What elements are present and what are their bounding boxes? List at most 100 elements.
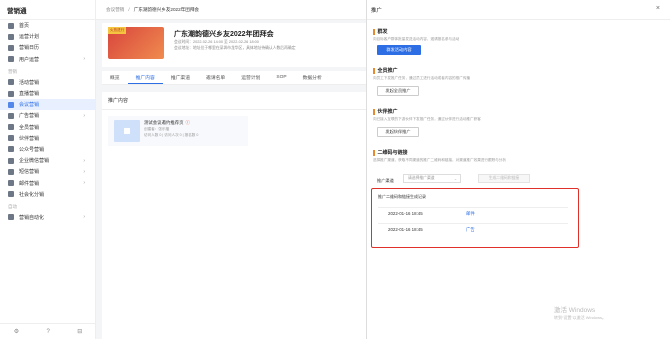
tab[interactable]: 概览 <box>102 71 128 84</box>
nav-section-automation: 自动 <box>8 203 17 209</box>
drawer-title: 推广 <box>371 7 382 14</box>
sidebar-item[interactable]: 用户运营 › <box>0 54 95 65</box>
content-title: 测试会议邀约推荐页 ⓘ <box>144 120 190 126</box>
sidebar-item[interactable]: 营销日历 <box>0 42 95 53</box>
watermark-line1: 激活 Windows <box>554 307 596 314</box>
menu-icon <box>8 135 14 142</box>
sidebar-item[interactable]: 邮件营销 › <box>0 177 95 188</box>
sidebar: 营销通 首页 运营计划 营销日历 用户运营 › 营销 活动营销 直播营销 会议营销 广告营销 ›… <box>0 0 96 339</box>
sidebar-item[interactable]: 伙伴营销 <box>0 133 95 144</box>
menu-icon <box>8 157 14 164</box>
sidebar-item[interactable]: 企业微信营销 › <box>0 155 95 166</box>
menu-icon <box>8 44 14 51</box>
chevron-right-icon: › <box>83 112 85 119</box>
content-thumbnail <box>114 120 140 142</box>
sidebar-item[interactable]: 短信营销 › <box>0 166 95 177</box>
breadcrumb-current: 广东潮韵德兴乡友2022年团拜会 <box>133 6 200 12</box>
event-header: 火热进行 广东潮韵德兴乡友2022年团拜会 会议时间：2022-02-26 14… <box>102 23 372 67</box>
chevron-right-icon: › <box>83 168 85 175</box>
channel-label: 推广渠道 <box>377 178 394 183</box>
section-desc-mass-send: 向目标客户群体批量发送活动内容，邀请报名参与活动 <box>373 37 460 41</box>
watermark-line2: 转到“设置”以激活 Windows。 <box>554 315 607 320</box>
record-time: 2022-01-16 18:45 <box>388 227 423 232</box>
section-desc-partner-promo: 向已接入互联的下游伙伴下发推广任务，通过伙伴进行活动推广获客 <box>373 117 481 121</box>
sidebar-item-label: 运营计划 <box>19 34 40 41</box>
main-area: 会议营销 / 广东潮韵德兴乡友2022年团拜会 火热进行 广东潮韵德兴乡友202… <box>96 0 372 339</box>
menu-icon <box>8 56 14 63</box>
channel-select[interactable]: 请选择推广渠道 ⌄ <box>403 174 461 183</box>
sidebar-item-label: 社会化分销 <box>19 191 45 198</box>
menu-icon <box>8 214 14 221</box>
generate-qrcode-button[interactable]: 生成二维码和链接 <box>478 174 530 183</box>
sidebar-item-label: 短信营销 <box>19 169 40 176</box>
partner-promo-button[interactable]: 发起伙伴推广 <box>377 127 419 137</box>
record-channel-link[interactable]: 广告 <box>466 227 475 233</box>
sidebar-item-label: 伙伴营销 <box>19 135 40 142</box>
content-creator: 创建者：张乐福 <box>144 127 170 131</box>
help-icon[interactable]: ? <box>47 329 50 335</box>
app-title: 营销通 <box>0 0 95 20</box>
menu-icon <box>8 90 14 97</box>
sidebar-footer: ⚙ ? ⊟ <box>0 323 96 339</box>
sidebar-item-label: 企业微信营销 <box>19 158 50 165</box>
menu-icon <box>8 33 14 40</box>
sidebar-item[interactable]: 广告营销 › <box>0 110 95 121</box>
menu-icon <box>8 146 14 153</box>
sidebar-item-label: 首页 <box>19 23 30 30</box>
tab[interactable]: 数据分析 <box>295 71 330 84</box>
sidebar-item[interactable]: 首页 <box>0 20 95 31</box>
record-row: 2022-01-16 18:45 邮件 <box>378 207 568 219</box>
record-channel-link[interactable]: 邮件 <box>466 211 475 217</box>
section-desc-qrcode: 选择推广渠道，获取不同渠道的推广二维码和链接，对渠道推广效果进行跟踪与分析 <box>373 158 506 162</box>
tab[interactable]: 运营计划 <box>233 71 268 84</box>
menu-icon <box>8 180 14 187</box>
content-title-text: 测试会议邀约推荐页 <box>144 120 184 125</box>
breadcrumb: 会议营销 / 广东潮韵德兴乡友2022年团拜会 <box>96 0 366 20</box>
record-row: 2022-01-16 18:45 广告 <box>378 223 568 235</box>
breadcrumb-separator: / <box>128 7 130 12</box>
layout-icon[interactable]: ⊟ <box>77 328 82 335</box>
tab[interactable]: 推广内容 <box>127 71 163 84</box>
sidebar-item-label: 公众号营销 <box>19 146 45 153</box>
info-icon: ⓘ <box>185 120 190 125</box>
chevron-down-icon: ⌄ <box>453 177 457 181</box>
section-title-partner-promo: 伙伴推广 <box>373 108 398 115</box>
sidebar-item[interactable]: 社会化分销 <box>0 189 95 200</box>
sidebar-item-label: 营销日历 <box>19 45 40 52</box>
event-location: 会议地址：地址位于哪里在深圳市龙华区，具体地址待确认人数后再确定 <box>174 46 296 50</box>
sidebar-item-label: 用户运营 <box>19 56 40 63</box>
settings-icon[interactable]: ⚙ <box>14 328 19 335</box>
mass-send-button[interactable]: 群发活动内容 <box>377 45 421 55</box>
chevron-right-icon: › <box>83 214 85 221</box>
event-poster: 火热进行 <box>108 27 164 59</box>
sidebar-item[interactable]: 会议营销 <box>0 99 95 111</box>
sidebar-item[interactable]: 公众号营销 <box>0 144 95 155</box>
event-title: 广东潮韵德兴乡友2022年团拜会 <box>174 31 274 38</box>
tab[interactable]: 推广渠道 <box>163 71 198 84</box>
breadcrumb-parent[interactable]: 会议营销 <box>106 7 124 13</box>
promotion-drawer: 推广 × 群发 向目标客户群体批量发送活动内容，邀请报名参与活动 群发活动内容 … <box>366 0 670 339</box>
tab[interactable]: 邀请名单 <box>198 71 233 84</box>
sidebar-item[interactable]: 直播营销 <box>0 88 95 99</box>
menu-icon <box>8 22 14 29</box>
sidebar-item-label: 直播营销 <box>19 91 40 98</box>
menu-icon <box>8 112 14 119</box>
sidebar-item-label: 会议营销 <box>19 102 40 109</box>
sidebar-item[interactable]: 全员营销 <box>0 122 95 133</box>
menu-icon <box>8 168 14 175</box>
sidebar-item[interactable]: 活动营销 <box>0 77 95 88</box>
section-title-qrcode: 二维码与链接 <box>373 149 408 156</box>
windows-activation-watermark: 激活 Windows 转到“设置”以激活 Windows。 <box>554 304 606 321</box>
content-item[interactable]: 测试会议邀约推荐页 ⓘ 创建者：张乐福 访问人数 0 | 访问人次 0 | 报名数… <box>108 116 248 146</box>
menu-icon <box>8 79 14 86</box>
panel-title: 推广内容 <box>102 92 366 110</box>
sidebar-item-label: 广告营销 <box>19 113 40 120</box>
sidebar-item[interactable]: 营销自动化 › <box>0 212 95 223</box>
sidebar-item-label: 营销自动化 <box>19 214 45 221</box>
sidebar-item[interactable]: 运营计划 <box>0 31 95 42</box>
tab[interactable]: SOP <box>268 71 294 84</box>
tab-bar: 概览 推广内容 推广渠道 邀请名单 运营计划 SOP 数据分析 <box>102 71 366 85</box>
staff-promo-button[interactable]: 发起全员推广 <box>377 86 419 96</box>
close-icon[interactable]: × <box>656 5 660 12</box>
nav-section-marketing: 营销 <box>8 68 17 74</box>
